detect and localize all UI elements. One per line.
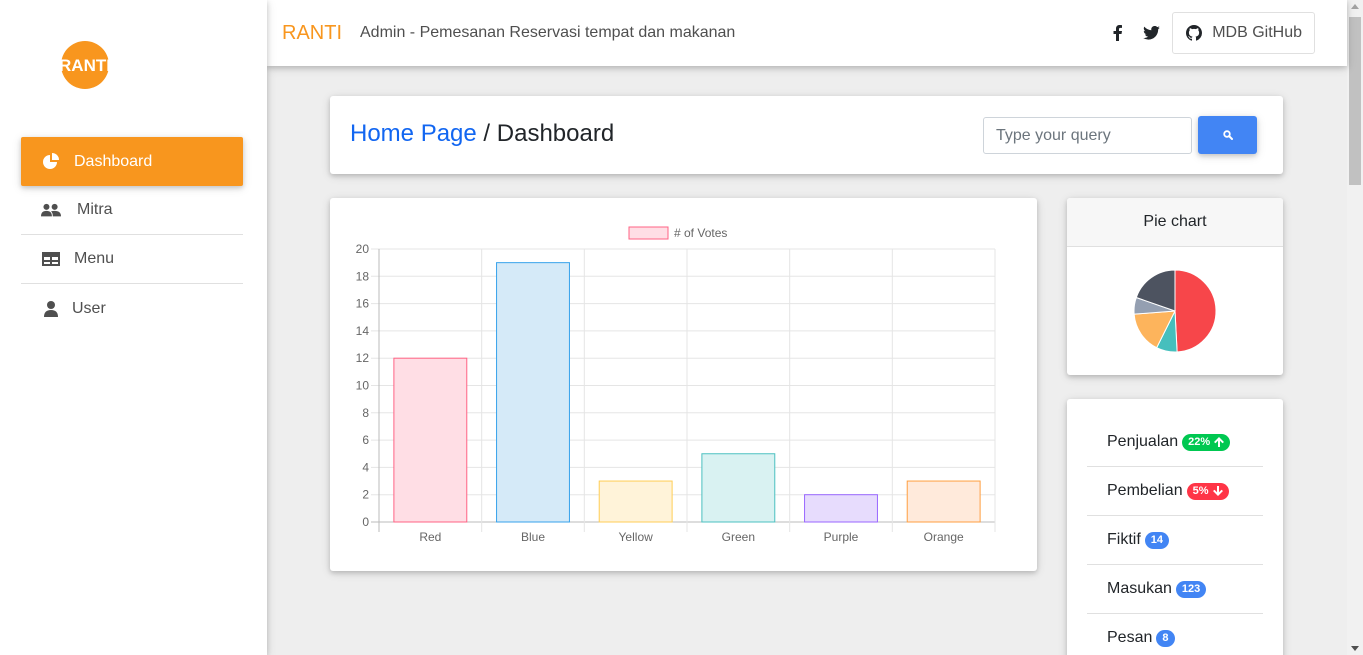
twitter-icon[interactable] xyxy=(1134,13,1168,53)
sidebar-item-mitra[interactable]: Mitra xyxy=(21,186,243,235)
stat-item-penjualan[interactable]: Penjualan 22% xyxy=(1087,418,1263,467)
navbar-right: MDB GitHub xyxy=(1100,12,1315,54)
stat-item-fiktif[interactable]: Fiktif 14 xyxy=(1087,516,1263,565)
user-icon xyxy=(41,300,61,317)
x-tick-label: Yellow xyxy=(619,530,654,544)
arrow-down-icon xyxy=(1212,486,1223,496)
breadcrumb-home-link[interactable]: Home Page xyxy=(350,120,477,147)
bar-chart: # of Votes 0 2 4 6 8 10 12 14 16 18 20 Red Blue Yellow… xyxy=(356,226,996,544)
top-navbar: RANTI Admin - Pemesanan Reservasi tempat… xyxy=(267,0,1347,66)
stat-label: Penjualan xyxy=(1107,433,1179,450)
legend-swatch xyxy=(628,226,669,240)
brand-title[interactable]: RANTI xyxy=(282,22,342,45)
stat-label: Fiktif xyxy=(1107,531,1141,548)
github-label: MDB GitHub xyxy=(1212,24,1302,41)
breadcrumb-current: Dashboard xyxy=(496,120,615,147)
breadcrumb-separator: / xyxy=(476,120,497,147)
y-tick-label: 20 xyxy=(356,242,370,256)
y-tick-label: 18 xyxy=(356,269,370,283)
stat-label: Masukan xyxy=(1107,580,1172,597)
y-tick-label: 12 xyxy=(356,351,370,365)
breadcrumb-card: Home Page / Dashboard xyxy=(330,96,1283,174)
bar-blue xyxy=(496,262,570,523)
page-scrollbar[interactable] xyxy=(1347,0,1363,655)
y-tick-label: 0 xyxy=(362,515,369,529)
sidebar-item-label: Mitra xyxy=(77,201,113,218)
sidebar-item-user[interactable]: User xyxy=(21,284,243,333)
y-tick-label: 6 xyxy=(362,433,369,447)
sidebar-item-label: Menu xyxy=(74,250,115,267)
bar-red xyxy=(393,357,468,523)
search-button[interactable] xyxy=(1198,116,1257,154)
sidebar-item-menu[interactable]: Menu xyxy=(21,235,243,284)
sidebar-nav: Dashboard Mitra Menu User xyxy=(21,137,243,333)
status-badge: 8 xyxy=(1156,629,1175,647)
pie-slice xyxy=(1174,269,1217,353)
y-tick-label: 10 xyxy=(356,379,370,393)
x-tick-label: Blue xyxy=(521,530,545,544)
sidebar-item-label: Dashboard xyxy=(74,152,153,170)
ranti-logo[interactable]: RANTI xyxy=(59,40,111,90)
y-tick-label: 14 xyxy=(356,324,370,338)
bar-green xyxy=(701,453,776,523)
bar-purple xyxy=(804,494,878,523)
sidebar: RANTI Dashboard Mitra Menu User xyxy=(0,0,267,655)
y-tick-label: 4 xyxy=(362,460,369,474)
bar-orange xyxy=(906,480,981,523)
x-tick-label: Purple xyxy=(824,530,859,544)
search-input[interactable] xyxy=(983,117,1192,154)
bar-chart-card: # of Votes 0 2 4 6 8 10 12 14 16 18 20 Red Blue Yellow… xyxy=(330,198,1037,571)
pie-chart-card: Pie chart xyxy=(1067,198,1283,375)
arrow-up-icon xyxy=(1214,437,1225,447)
status-badge: 5% xyxy=(1186,482,1229,500)
bar-yellow xyxy=(598,480,673,523)
stats-card: Penjualan 22% Pembelian 5% Fiktif 14 Mas… xyxy=(1067,399,1283,655)
y-tick-label: 8 xyxy=(362,406,369,420)
scroll-thumb[interactable] xyxy=(1349,17,1361,185)
status-badge: 14 xyxy=(1144,531,1170,549)
users-icon xyxy=(41,202,61,218)
pie-chart xyxy=(1133,269,1217,353)
stat-label: Pesan xyxy=(1107,629,1153,646)
stat-label: Pembelian xyxy=(1107,482,1183,499)
app-tagline: Admin - Pemesanan Reservasi tempat dan m… xyxy=(360,24,736,41)
x-tick-label: Red xyxy=(419,530,441,544)
scroll-down-arrow-icon[interactable] xyxy=(1351,646,1359,651)
github-icon xyxy=(1186,25,1203,41)
github-button[interactable]: MDB GitHub xyxy=(1172,12,1315,54)
search-icon xyxy=(1222,130,1233,140)
table-icon xyxy=(41,251,61,267)
svg-text:RANTI: RANTI xyxy=(60,56,110,75)
legend-label: # of Votes xyxy=(674,226,727,240)
chart-pie-icon xyxy=(41,152,61,170)
sidebar-item-dashboard[interactable]: Dashboard xyxy=(21,137,243,186)
facebook-icon[interactable] xyxy=(1100,13,1134,53)
y-tick-label: 2 xyxy=(362,488,369,502)
status-badge: 22% xyxy=(1182,433,1231,451)
stat-item-pembelian[interactable]: Pembelian 5% xyxy=(1087,467,1263,516)
sidebar-item-label: User xyxy=(72,299,106,317)
scroll-up-arrow-icon[interactable] xyxy=(1351,4,1359,9)
x-tick-label: Green xyxy=(722,530,755,544)
breadcrumb: Home Page / Dashboard xyxy=(350,120,614,148)
status-badge: 123 xyxy=(1175,580,1207,598)
pie-chart-title: Pie chart xyxy=(1067,198,1283,247)
y-tick-label: 16 xyxy=(356,297,370,311)
stat-item-pesan[interactable]: Pesan 8 xyxy=(1087,614,1263,655)
x-tick-label: Orange xyxy=(924,530,964,544)
stat-item-masukan[interactable]: Masukan 123 xyxy=(1087,565,1263,614)
